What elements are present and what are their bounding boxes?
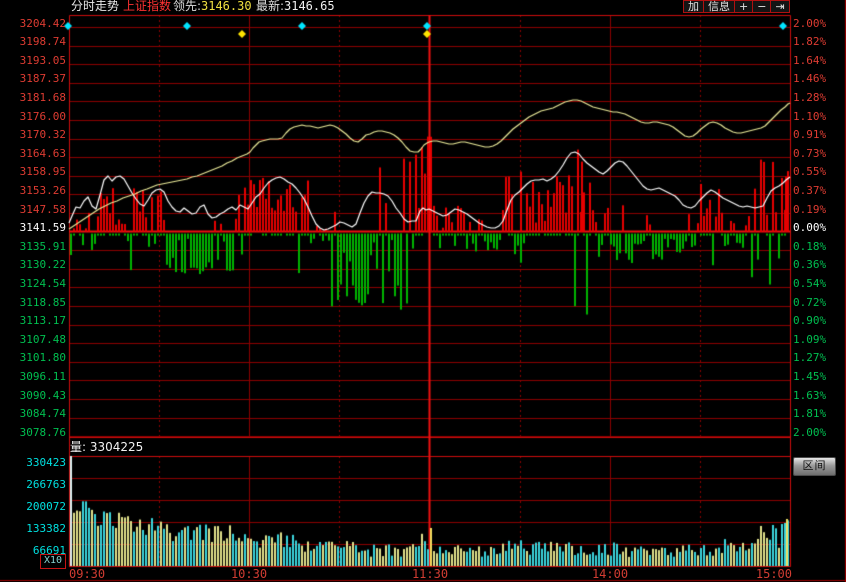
intraday-chart-canvas[interactable]: [0, 0, 846, 582]
percent-tick-label: 1.45%: [793, 371, 826, 382]
price-tick-label: 3170.32: [0, 129, 66, 140]
volume-tick-label: 200072: [0, 501, 66, 512]
price-tick-label: 3198.74: [0, 36, 66, 47]
price-tick-label: 3164.63: [0, 148, 66, 159]
leading-value: 3146.30: [201, 0, 252, 13]
percent-tick-label: 1.81%: [793, 408, 826, 419]
time-tick-label: 15:00: [756, 568, 792, 580]
price-tick-label: 3090.43: [0, 390, 66, 401]
percent-tick-label: 2.00%: [793, 18, 826, 29]
price-tick-label: 3158.95: [0, 166, 66, 177]
range-button[interactable]: 区间: [793, 457, 836, 476]
time-tick-label: 10:30: [231, 568, 267, 580]
app-window: 分时走势 上证指数 领先: 3146.30 最新: 3146.65 加信息+−⇥…: [0, 0, 846, 582]
index-name[interactable]: 上证指数: [123, 0, 171, 13]
toolbar-button-skip[interactable]: ⇥: [771, 0, 789, 13]
price-tick-label: 3193.05: [0, 55, 66, 66]
percent-tick-label: 1.64%: [793, 55, 826, 66]
toolbar-button-info[interactable]: 信息: [704, 0, 735, 13]
percent-tick-label: 1.82%: [793, 36, 826, 47]
price-tick-label: 3135.91: [0, 241, 66, 252]
toolbar-button-add[interactable]: 加: [683, 0, 704, 13]
percent-tick-label: 1.63%: [793, 390, 826, 401]
toolbar-button-minus[interactable]: −: [753, 0, 771, 13]
price-tick-label: 3176.00: [0, 111, 66, 122]
price-tick-label: 3147.58: [0, 204, 66, 215]
percent-tick-label: 1.10%: [793, 111, 826, 122]
percent-tick-label: 0.90%: [793, 315, 826, 326]
price-tick-label: 3118.85: [0, 297, 66, 308]
price-tick-label: 3153.26: [0, 185, 66, 196]
volume-total-label: 量: 3304225: [70, 441, 143, 453]
toolbar-buttons: 加信息+−⇥: [683, 0, 790, 13]
time-tick-label: 14:00: [592, 568, 628, 580]
percent-tick-label: 0.19%: [793, 204, 826, 215]
percent-tick-label: 1.28%: [793, 92, 826, 103]
price-tick-label: 3187.37: [0, 73, 66, 84]
price-tick-label: 3096.11: [0, 371, 66, 382]
percent-tick-label: 0.73%: [793, 148, 826, 159]
volume-tick-label: 133382: [0, 523, 66, 534]
percent-tick-label: 1.09%: [793, 334, 826, 345]
percent-tick-label: 0.91%: [793, 129, 826, 140]
percent-tick-label: 2.00%: [793, 427, 826, 438]
volume-tick-label: 330423: [0, 457, 66, 468]
percent-tick-label: 0.36%: [793, 259, 826, 270]
percent-tick-label: 1.27%: [793, 352, 826, 363]
latest-label: 最新:: [256, 0, 284, 13]
time-tick-label: 11:30: [412, 568, 448, 580]
price-tick-label: 3130.22: [0, 259, 66, 270]
percent-tick-label: 0.55%: [793, 166, 826, 177]
price-tick-label: 3101.80: [0, 352, 66, 363]
volume-tick-label: 266763: [0, 479, 66, 490]
price-tick-label: 3084.74: [0, 408, 66, 419]
price-tick-label: 3113.17: [0, 315, 66, 326]
percent-tick-label: 0.37%: [793, 185, 826, 196]
toolbar-button-plus[interactable]: +: [735, 0, 753, 13]
price-tick-label: 3124.54: [0, 278, 66, 289]
price-tick-label: 3107.48: [0, 334, 66, 345]
price-tick-label: 3141.59: [0, 222, 66, 233]
percent-tick-label: 1.46%: [793, 73, 826, 84]
page-title: 分时走势: [71, 0, 119, 13]
percent-tick-label: 0.54%: [793, 278, 826, 289]
percent-tick-label: 0.72%: [793, 297, 826, 308]
price-tick-label: 3204.42: [0, 18, 66, 29]
percent-tick-label: 0.18%: [793, 241, 826, 252]
latest-value: 3146.65: [284, 0, 335, 13]
price-tick-label: 3078.76: [0, 427, 66, 438]
time-tick-label: 09:30: [69, 568, 105, 580]
price-tick-label: 3181.68: [0, 92, 66, 103]
percent-tick-label: 0.00%: [793, 222, 826, 233]
volume-scale-badge: X10: [40, 554, 66, 569]
leading-label: 领先:: [173, 0, 201, 13]
